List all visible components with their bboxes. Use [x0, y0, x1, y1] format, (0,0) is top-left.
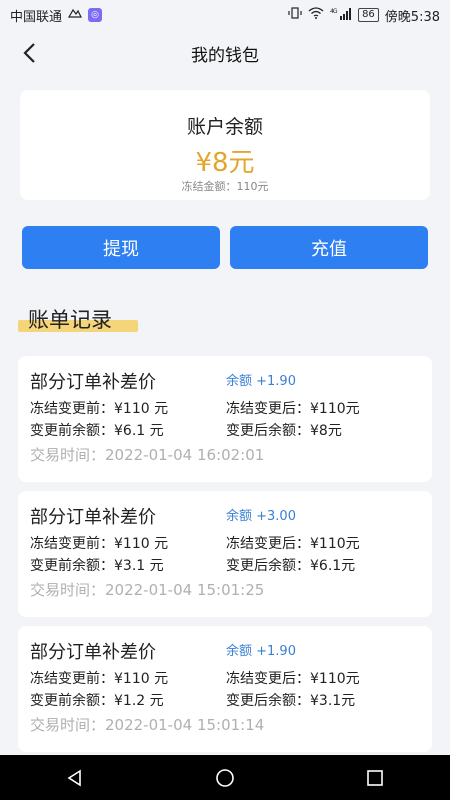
- system-nav-bar: [0, 755, 450, 800]
- bill-balance-change: 余额 +3.00: [226, 509, 296, 524]
- frozen-amount: 冻结金额：110元: [181, 180, 269, 193]
- status-right: 4G 86 傍晚5:38: [288, 6, 440, 25]
- svg-text:4G: 4G: [330, 8, 338, 15]
- bill-title: 部分订单补差价: [30, 372, 156, 393]
- section-title: 账单记录: [28, 308, 112, 332]
- nav-back-button[interactable]: [55, 758, 95, 798]
- balance-after: 变更后余额：¥3.1元: [226, 693, 356, 709]
- balance-after: 变更后余额：¥6.1元: [226, 558, 356, 574]
- withdraw-button[interactable]: 提现: [22, 226, 220, 269]
- frozen-before: 冻结变更前：¥110 元: [30, 401, 169, 417]
- signal-icon: 4G: [330, 7, 352, 23]
- bill-balance-change: 余额 +1.90: [226, 374, 296, 389]
- status-bar: 中国联通 ◎ 4G 86 傍晚5:38: [0, 0, 450, 30]
- back-button[interactable]: [12, 36, 46, 70]
- transaction-time: 交易时间：2022-01-04 16:02:01: [30, 446, 265, 464]
- transaction-time: 交易时间：2022-01-04 15:01:25: [30, 581, 265, 599]
- transaction-time: 交易时间：2022-01-04 15:01:14: [30, 716, 265, 734]
- clock: 傍晚5:38: [384, 9, 440, 25]
- nav-home-button[interactable]: [205, 758, 245, 798]
- sim-icon: [67, 7, 82, 23]
- bill-card[interactable]: 部分订单补差价 余额 +3.00 冻结变更前：¥110 元 冻结变更后：¥110…: [18, 491, 432, 617]
- app-header: 我的钱包: [0, 30, 450, 76]
- frozen-before: 冻结变更前：¥110 元: [30, 671, 169, 687]
- back-triangle-icon: [67, 769, 81, 786]
- frozen-after: 冻结变更后：¥110元: [226, 536, 360, 552]
- balance-before: 变更前余额：¥3.1 元: [30, 558, 164, 574]
- balance-after: 变更后余额：¥8元: [226, 423, 342, 439]
- frozen-after: 冻结变更后：¥110元: [226, 401, 360, 417]
- balance-before: 变更前余额：¥6.1 元: [30, 423, 164, 439]
- balance-amount: ¥8元: [195, 148, 255, 178]
- frozen-after: 冻结变更后：¥110元: [226, 671, 360, 687]
- bill-card[interactable]: 部分订单补差价 余额 +1.90 冻结变更前：¥110 元 冻结变更后：¥110…: [18, 356, 432, 482]
- bill-balance-change: 余额 +1.90: [226, 644, 296, 659]
- nav-recents-button[interactable]: [355, 758, 395, 798]
- vibrate-icon: [288, 7, 302, 23]
- bill-title: 部分订单补差价: [30, 507, 156, 528]
- bill-title: 部分订单补差价: [30, 642, 156, 663]
- chevron-left-icon: [23, 43, 35, 63]
- bill-card[interactable]: 部分订单补差价 余额 +1.90 冻结变更前：¥110 元 冻结变更后：¥110…: [18, 626, 432, 752]
- balance-label: 账户余额: [186, 116, 263, 138]
- balance-before: 变更前余额：¥1.2 元: [30, 693, 164, 709]
- status-left: 中国联通 ◎: [10, 6, 103, 25]
- battery-indicator: 86: [358, 8, 379, 22]
- home-circle-icon: [216, 768, 234, 787]
- recharge-button[interactable]: 充值: [230, 226, 428, 269]
- wifi-icon: [308, 7, 324, 23]
- carrier-label: 中国联通: [10, 9, 63, 25]
- app-notification-icon: ◎: [88, 8, 103, 22]
- page-title: 我的钱包: [191, 45, 259, 66]
- frozen-before: 冻结变更前：¥110 元: [30, 536, 169, 552]
- recents-square-icon: [367, 769, 383, 786]
- balance-card: 账户余额 ¥8元 冻结金额：110元: [20, 90, 430, 200]
